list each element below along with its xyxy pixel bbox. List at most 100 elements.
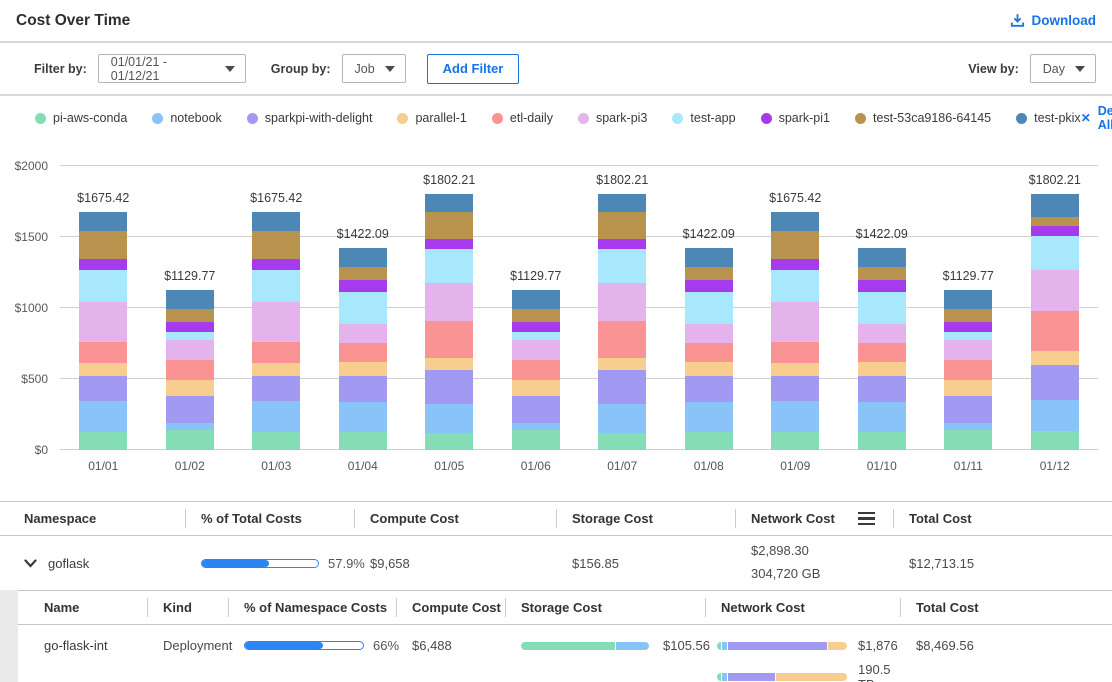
stacked-bar-01/08[interactable]: $1422.09 [666,166,753,450]
col-header-network-cost[interactable]: Network Cost [735,502,893,535]
bar-segment-spark-pi3[interactable] [252,302,300,342]
stacked-bar-01/12[interactable]: $1802.21 [1012,166,1099,450]
bar-segment-test-53ca9186-64145[interactable] [252,231,300,259]
bar-segment-spark-pi1[interactable] [166,322,214,332]
legend-item-test-pkix[interactable]: test-pkix [1016,111,1081,125]
bar-segment-test-pkix[interactable] [1031,194,1079,217]
bar-segment-pi-aws-conda[interactable] [252,432,300,450]
legend-item-sparkpi-with-delight[interactable]: sparkpi-with-delight [247,111,373,125]
legend-item-notebook[interactable]: notebook [152,111,221,125]
bar-segment-pi-aws-conda[interactable] [512,430,560,450]
stacked-bar-01/06[interactable]: $1129.77 [493,166,580,450]
bar-segment-etl-daily[interactable] [512,360,560,380]
bar-segment-test-pkix[interactable] [598,194,646,212]
bar-segment-notebook[interactable] [1031,400,1079,431]
bar-segment-etl-daily[interactable] [79,342,127,363]
bar-segment-parallel-1[interactable] [512,380,560,395]
bar-segment-test-app[interactable] [771,270,819,303]
column-menu-icon[interactable] [858,512,875,526]
bar-segment-test-pkix[interactable] [771,212,819,231]
bar-segment-test-53ca9186-64145[interactable] [512,309,560,321]
bar-segment-spark-pi3[interactable] [771,302,819,342]
stacked-bar-01/01[interactable]: $1675.42 [60,166,147,450]
bar-segment-test-pkix[interactable] [944,290,992,310]
col-header-pct-total-costs[interactable]: % of Total Costs [185,502,354,535]
bar-segment-notebook[interactable] [79,401,127,432]
bar-segment-pi-aws-conda[interactable] [339,432,387,450]
bar-segment-test-pkix[interactable] [79,212,127,231]
bar-segment-test-app[interactable] [252,270,300,303]
bar-segment-pi-aws-conda[interactable] [1031,431,1079,450]
col-header-compute-cost[interactable]: Compute Cost [396,591,505,624]
bar-segment-test-53ca9186-64145[interactable] [339,267,387,280]
bar-segment-pi-aws-conda[interactable] [425,433,473,450]
bar-segment-parallel-1[interactable] [166,380,214,395]
bar-segment-etl-daily[interactable] [944,360,992,380]
bar-segment-test-53ca9186-64145[interactable] [685,267,733,280]
bar-segment-test-app[interactable] [79,270,127,303]
bar-segment-sparkpi-with-delight[interactable] [252,376,300,402]
bar-segment-test-pkix[interactable] [512,290,560,310]
bar-segment-test-app[interactable] [858,292,906,324]
bar-segment-test-pkix[interactable] [858,248,906,266]
bar-segment-test-app[interactable] [598,249,646,283]
bar-segment-test-pkix[interactable] [166,290,214,310]
bar-segment-sparkpi-with-delight[interactable] [858,376,906,402]
bar-segment-spark-pi3[interactable] [1031,270,1079,311]
bar-segment-pi-aws-conda[interactable] [858,432,906,450]
legend-item-test-53ca9186-64145[interactable]: test-53ca9186-64145 [855,111,991,125]
bar-segment-notebook[interactable] [944,423,992,430]
bar-segment-etl-daily[interactable] [425,321,473,358]
stacked-bar-01/04[interactable]: $1422.09 [320,166,407,450]
legend-item-spark-pi1[interactable]: spark-pi1 [761,111,830,125]
bar-segment-pi-aws-conda[interactable] [598,433,646,450]
bar-segment-spark-pi1[interactable] [858,280,906,292]
bar-segment-sparkpi-with-delight[interactable] [598,370,646,404]
group-by-select[interactable]: Job [342,54,406,83]
bar-segment-test-53ca9186-64145[interactable] [858,267,906,280]
bar-segment-spark-pi3[interactable] [685,324,733,343]
col-header-compute-cost[interactable]: Compute Cost [354,502,556,535]
legend-item-etl-daily[interactable]: etl-daily [492,111,553,125]
stacked-bar-01/10[interactable]: $1422.09 [839,166,926,450]
bar-segment-sparkpi-with-delight[interactable] [166,396,214,423]
namespace-expander-goflask[interactable]: goflask [0,556,185,571]
bar-segment-spark-pi1[interactable] [339,280,387,292]
col-header-name[interactable]: Name [18,591,147,624]
bar-segment-parallel-1[interactable] [858,362,906,375]
bar-segment-notebook[interactable] [858,402,906,432]
bar-segment-test-pkix[interactable] [685,248,733,266]
bar-segment-pi-aws-conda[interactable] [685,432,733,450]
bar-segment-spark-pi1[interactable] [771,259,819,270]
add-filter-button[interactable]: Add Filter [427,54,520,84]
bar-segment-parallel-1[interactable] [79,363,127,376]
bar-segment-sparkpi-with-delight[interactable] [512,396,560,423]
col-header-storage-cost[interactable]: Storage Cost [505,591,705,624]
bar-segment-test-53ca9186-64145[interactable] [598,212,646,239]
bar-segment-test-53ca9186-64145[interactable] [771,231,819,259]
bar-segment-parallel-1[interactable] [425,358,473,370]
bar-segment-sparkpi-with-delight[interactable] [1031,365,1079,401]
bar-segment-test-app[interactable] [944,332,992,340]
bar-segment-notebook[interactable] [252,401,300,432]
bar-segment-sparkpi-with-delight[interactable] [339,376,387,402]
bar-segment-spark-pi3[interactable] [339,324,387,343]
bar-segment-notebook[interactable] [425,404,473,433]
bar-segment-etl-daily[interactable] [771,342,819,363]
bar-segment-etl-daily[interactable] [598,321,646,358]
stacked-bar-01/02[interactable]: $1129.77 [147,166,234,450]
bar-segment-pi-aws-conda[interactable] [944,430,992,450]
bar-segment-sparkpi-with-delight[interactable] [771,376,819,402]
legend-item-test-app[interactable]: test-app [672,111,735,125]
col-header-network-cost[interactable]: Network Cost [705,591,900,624]
stacked-bar-01/07[interactable]: $1802.21 [579,166,666,450]
bar-segment-notebook[interactable] [339,402,387,432]
stacked-bar-01/09[interactable]: $1675.42 [752,166,839,450]
stacked-bar-01/03[interactable]: $1675.42 [233,166,320,450]
stacked-bar-01/05[interactable]: $1802.21 [406,166,493,450]
bar-segment-spark-pi3[interactable] [858,324,906,343]
bar-segment-spark-pi3[interactable] [425,283,473,321]
bar-segment-parallel-1[interactable] [598,358,646,370]
bar-segment-test-53ca9186-64145[interactable] [79,231,127,259]
bar-segment-notebook[interactable] [512,423,560,430]
